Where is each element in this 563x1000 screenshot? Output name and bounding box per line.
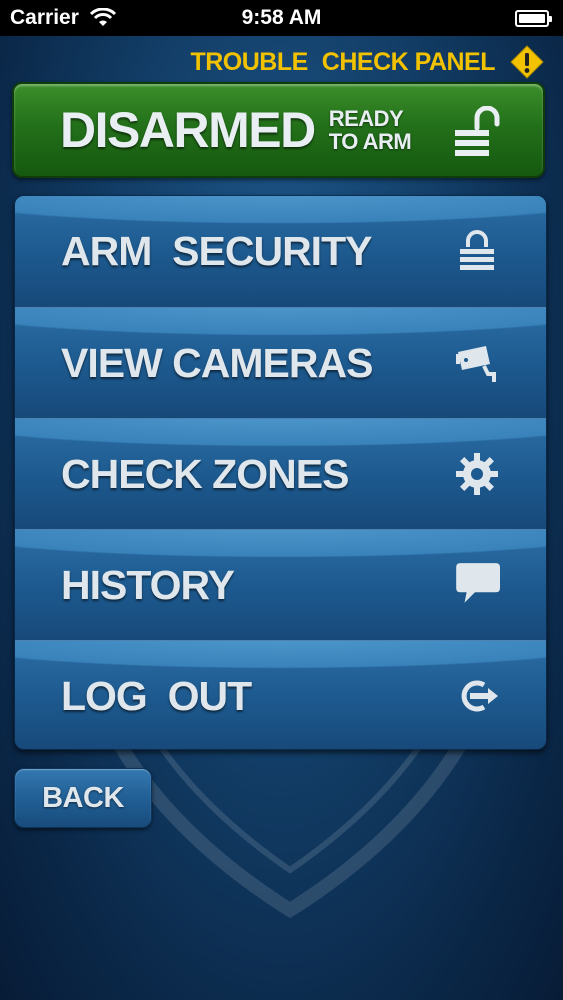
menu-item-label: VIEW CAMERAS [61, 339, 373, 386]
menu-item-history[interactable]: HISTORY [15, 529, 546, 640]
status-bar: Carrier 9:58 AM [0, 0, 563, 36]
main-menu: ARM SECURITY VIEW CAMERAS CHECK ZONES HI… [14, 195, 547, 750]
logout-icon [461, 680, 498, 712]
camera-icon [456, 346, 496, 382]
arm-detail-line1: READY [328, 106, 404, 131]
battery-icon [515, 9, 552, 27]
arm-status-banner[interactable]: DISARMED READY TO ARM [12, 82, 545, 178]
menu-item-view-cameras[interactable]: VIEW CAMERAS [15, 307, 546, 418]
arm-detail: READY TO ARM [329, 107, 412, 153]
menu-item-label: HISTORY [61, 561, 235, 608]
menu-item-label: CHECK ZONES [61, 450, 349, 497]
trouble-check-panel[interactable]: TROUBLE CHECK PANEL [190, 42, 545, 82]
menu-item-log-out[interactable]: LOG OUT [15, 640, 546, 749]
chat-bubble-icon [456, 563, 500, 603]
arm-detail-line2: TO ARM [328, 129, 412, 154]
padlock-icon [460, 229, 494, 270]
unlocked-padlock-icon [455, 106, 500, 156]
warning-icon [510, 45, 544, 79]
menu-item-label: LOG OUT [61, 672, 252, 719]
back-button[interactable]: BACK [14, 768, 152, 828]
arm-state-label: DISARMED [60, 102, 316, 158]
menu-item-label: ARM SECURITY [61, 228, 372, 274]
carrier-label: Carrier [10, 6, 79, 29]
trouble-label: TROUBLE [190, 47, 308, 76]
menu-item-arm-security[interactable]: ARM SECURITY [15, 196, 546, 307]
gear-icon [456, 453, 498, 495]
menu-item-check-zones[interactable]: CHECK ZONES [15, 418, 546, 529]
check-panel-label: CHECK PANEL [321, 47, 496, 76]
wifi-icon [89, 8, 116, 26]
